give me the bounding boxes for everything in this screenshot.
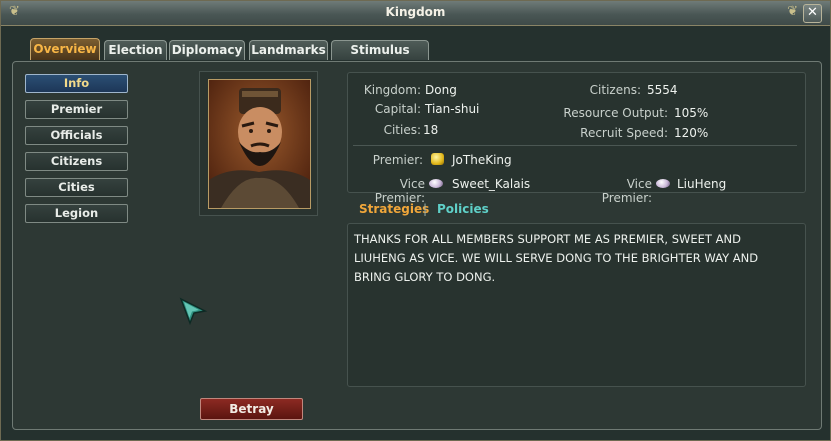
recruit-speed-label: Recruit Speed:: [580, 126, 668, 140]
betray-button[interactable]: Betray: [200, 398, 303, 420]
strategies-tab[interactable]: Strategies: [359, 202, 429, 216]
mouse-cursor-icon: [179, 297, 208, 326]
info-divider: [353, 145, 797, 146]
citizens-value: 5554: [647, 83, 678, 97]
kingdom-window: ❦ Kingdom ❦ ✕ Overview Election Diplomac…: [0, 0, 831, 441]
corner-ornament-right-icon: ❦: [787, 4, 798, 19]
window-title: Kingdom: [385, 5, 446, 19]
announcement-text: THANKS FOR ALL MEMBERS SUPPORT ME AS PRE…: [354, 232, 759, 284]
vice-premier-name-2[interactable]: LiuHeng: [677, 177, 726, 191]
cities-value: 18: [423, 123, 439, 137]
portrait-frame: [199, 71, 318, 216]
kingdom-value: Dong: [425, 83, 457, 97]
premier-portrait: [208, 79, 311, 209]
sidebar-item-citizens[interactable]: Citizens: [25, 152, 128, 171]
vice-premier-rank-icon: [656, 179, 670, 188]
tab-diplomacy[interactable]: Diplomacy: [169, 40, 245, 60]
announcement-panel: THANKS FOR ALL MEMBERS SUPPORT ME AS PRE…: [347, 223, 806, 387]
capital-value: Tian-shui: [425, 102, 480, 116]
vice-premier-label-2: Vice Premier:: [601, 177, 652, 205]
title-bar[interactable]: ❦ Kingdom ❦ ✕: [1, 1, 830, 26]
vice-premier-name-1[interactable]: Sweet_Kalais: [452, 177, 530, 191]
sidebar-item-cities[interactable]: Cities: [25, 178, 128, 197]
resource-output-value: 105%: [674, 106, 709, 120]
premier-rank-icon: [431, 153, 444, 165]
vice-premier-rank-icon: [429, 179, 443, 188]
recruit-speed-value: 120%: [674, 126, 709, 140]
sidebar-item-info[interactable]: Info: [25, 74, 128, 93]
resource-output-label: Resource Output:: [563, 106, 668, 120]
tab-landmarks[interactable]: Landmarks: [249, 40, 328, 60]
sidebar-item-officials[interactable]: Officials: [25, 126, 128, 145]
tab-stimulus-tasks[interactable]: Stimulus Tasks: [331, 40, 429, 75]
premier-name[interactable]: JoTheKing: [452, 153, 512, 167]
capital-label: Capital:: [374, 102, 421, 116]
citizens-label: Citizens:: [589, 83, 641, 97]
subtab-separator: |: [423, 202, 428, 216]
cities-label: Cities:: [383, 123, 421, 137]
tab-overview[interactable]: Overview: [30, 38, 100, 60]
sidebar-item-legion[interactable]: Legion: [25, 204, 128, 223]
sidebar-item-premier[interactable]: Premier: [25, 100, 128, 119]
vice-premier-label-1: Vice Premier:: [374, 177, 425, 205]
policies-tab[interactable]: Policies: [437, 202, 489, 216]
tab-election[interactable]: Election: [104, 40, 167, 60]
close-button[interactable]: ✕: [803, 4, 822, 23]
premier-label: Premier:: [372, 153, 423, 167]
kingdom-label: Kingdom:: [363, 83, 421, 97]
